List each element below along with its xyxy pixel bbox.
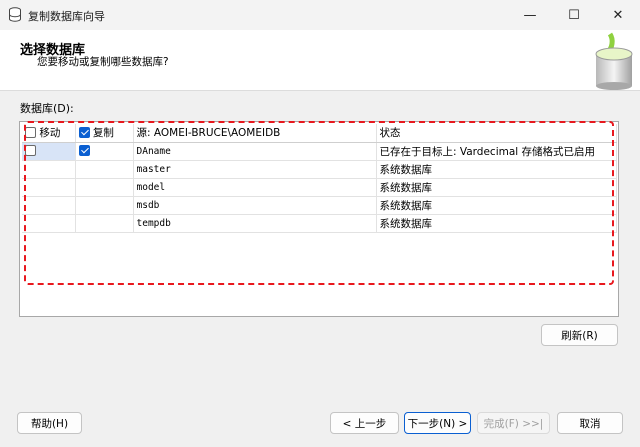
database-name: tempdb (133, 214, 377, 233)
database-name: master (133, 160, 377, 179)
column-header-move[interactable]: 移动 (22, 124, 76, 143)
window-title: 复制数据库向导 (28, 10, 105, 23)
copy-cell (75, 196, 134, 215)
help-button[interactable]: 帮助(H) (17, 412, 82, 434)
copy-cell (75, 178, 134, 197)
page-subtitle: 您要移动或复制哪些数据库? (37, 56, 169, 68)
column-header-source[interactable]: 源: AOMEI-BRUCE\AOMEIDB (133, 124, 377, 143)
move-cell (22, 196, 76, 215)
database-name: DAname (133, 142, 377, 161)
column-header-copy[interactable]: 复制 (75, 124, 134, 143)
copy-cell (75, 160, 134, 179)
move-all-checkbox[interactable] (25, 127, 36, 139)
move-checkbox[interactable] (25, 145, 36, 156)
maximize-button[interactable]: ☐ (552, 0, 596, 30)
grid-header-row: 移动 复制 源: AOMEI-BRUCE\AOMEIDB 状态 (22, 124, 617, 143)
copy-checkbox[interactable] (78, 145, 90, 156)
finish-button[interactable]: 完成(F) >>| (477, 412, 550, 434)
table-row[interactable]: DAname 已存在于目标上: Vardecimal 存储格式已启用 (22, 142, 617, 161)
column-move-label: 移动 (39, 127, 61, 140)
database-app-icon (8, 7, 22, 23)
title-bar: 复制数据库向导 — ☐ ✕ (0, 0, 640, 30)
database-status: 系统数据库 (376, 178, 617, 197)
minimize-icon: — (523, 7, 537, 23)
move-cell (22, 178, 76, 197)
next-button[interactable]: 下一步(N) > (404, 412, 471, 434)
table-row[interactable]: msdb 系统数据库 (22, 196, 617, 215)
column-copy-label: 复制 (92, 127, 114, 140)
database-name: msdb (133, 196, 377, 215)
database-status: 已存在于目标上: Vardecimal 存储格式已启用 (376, 142, 617, 161)
maximize-icon: ☐ (568, 7, 580, 23)
table-row[interactable]: tempdb 系统数据库 (22, 214, 617, 233)
table-row[interactable]: master 系统数据库 (22, 160, 617, 179)
column-header-status[interactable]: 状态 (376, 124, 617, 143)
database-status: 系统数据库 (376, 196, 617, 215)
refresh-button[interactable]: 刷新(R) (541, 324, 618, 346)
minimize-button[interactable]: — (508, 0, 552, 30)
close-icon: ✕ (612, 7, 624, 23)
back-button[interactable]: < 上一步 (330, 412, 399, 434)
move-cell (22, 160, 76, 179)
database-status: 系统数据库 (376, 214, 617, 233)
wizard-header: 选择数据库 您要移动或复制哪些数据库? (0, 30, 640, 91)
copy-cell[interactable] (75, 142, 134, 161)
copy-cell (75, 214, 134, 233)
databases-label: 数据库(D): (20, 102, 74, 115)
move-cell[interactable] (22, 142, 76, 161)
copy-all-checkbox[interactable] (78, 127, 90, 139)
cancel-button[interactable]: 取消 (557, 412, 623, 434)
database-status: 系统数据库 (376, 160, 617, 179)
database-grid: 移动 复制 源: AOMEI-BRUCE\AOMEIDB 状态 DAname 已… (22, 124, 617, 233)
table-row[interactable]: model 系统数据库 (22, 178, 617, 197)
wizard-database-icon (580, 30, 640, 90)
database-name: model (133, 178, 377, 197)
move-cell (22, 214, 76, 233)
close-button[interactable]: ✕ (596, 0, 640, 30)
